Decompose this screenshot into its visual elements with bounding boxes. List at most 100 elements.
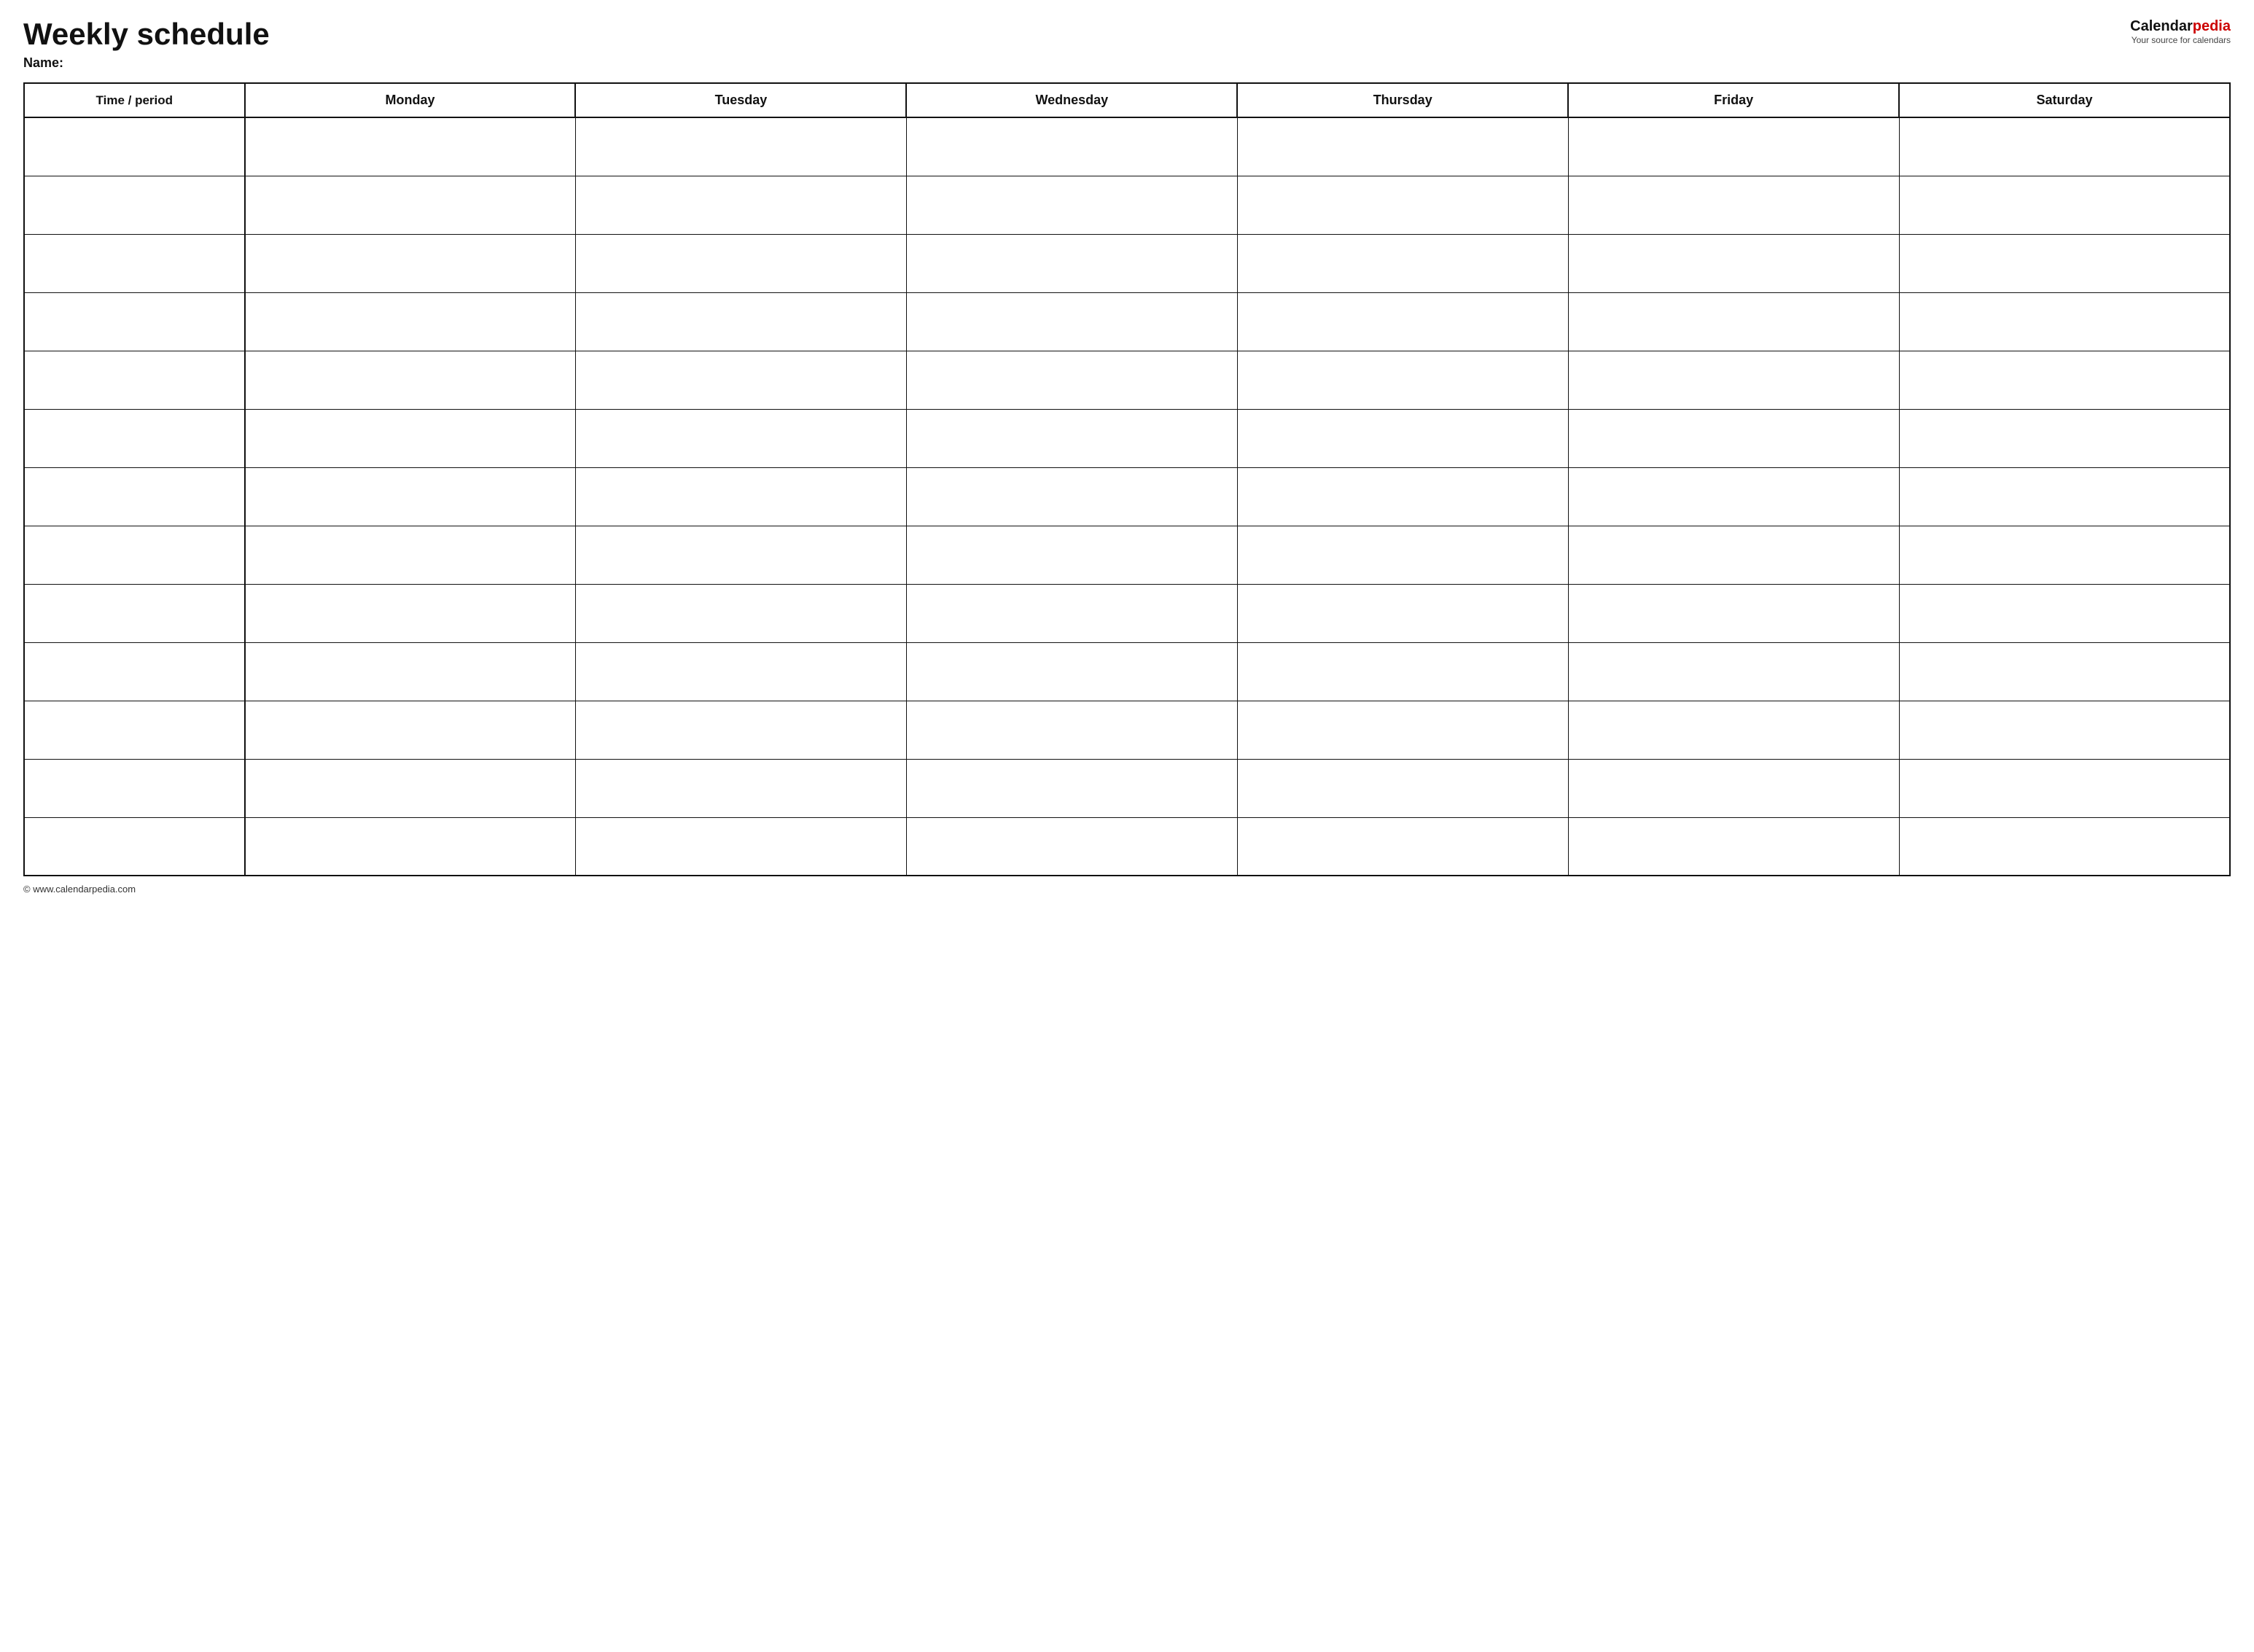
- day-cell: [1899, 117, 2230, 176]
- day-cell: [245, 117, 576, 176]
- day-cell: [245, 642, 576, 701]
- day-cell: [1568, 117, 1899, 176]
- day-cell: [245, 292, 576, 351]
- time-cell: [24, 467, 245, 526]
- day-cell: [1899, 526, 2230, 584]
- day-cell: [1568, 526, 1899, 584]
- day-cell: [1568, 351, 1899, 409]
- day-cell: [575, 584, 906, 642]
- time-cell: [24, 292, 245, 351]
- table-row: [24, 584, 2230, 642]
- table-row: [24, 642, 2230, 701]
- time-cell: [24, 351, 245, 409]
- table-row: [24, 292, 2230, 351]
- day-cell: [245, 526, 576, 584]
- day-cell: [906, 234, 1237, 292]
- time-cell: [24, 409, 245, 467]
- title-block: Weekly schedule Name:: [23, 17, 270, 71]
- day-cell: [1899, 701, 2230, 759]
- day-cell: [575, 292, 906, 351]
- col-header-tuesday: Tuesday: [575, 83, 906, 117]
- day-cell: [575, 759, 906, 817]
- day-cell: [245, 701, 576, 759]
- day-cell: [1568, 292, 1899, 351]
- day-cell: [906, 176, 1237, 234]
- day-cell: [906, 117, 1237, 176]
- day-cell: [245, 176, 576, 234]
- day-cell: [906, 817, 1237, 876]
- day-cell: [906, 467, 1237, 526]
- time-cell: [24, 817, 245, 876]
- day-cell: [1568, 234, 1899, 292]
- day-cell: [575, 234, 906, 292]
- day-cell: [1237, 467, 1568, 526]
- footer-text: © www.calendarpedia.com: [23, 884, 136, 895]
- page-header: Weekly schedule Name: Calendarpedia Your…: [23, 17, 2231, 71]
- col-header-wednesday: Wednesday: [906, 83, 1237, 117]
- day-cell: [1899, 759, 2230, 817]
- day-cell: [575, 817, 906, 876]
- time-cell: [24, 117, 245, 176]
- header-row: Time / period Monday Tuesday Wednesday T…: [24, 83, 2230, 117]
- day-cell: [1568, 409, 1899, 467]
- day-cell: [1568, 759, 1899, 817]
- table-row: [24, 351, 2230, 409]
- day-cell: [1899, 292, 2230, 351]
- col-header-friday: Friday: [1568, 83, 1899, 117]
- day-cell: [575, 701, 906, 759]
- day-cell: [1568, 701, 1899, 759]
- table-row: [24, 117, 2230, 176]
- logo-part1: Calendar: [2130, 18, 2193, 34]
- day-cell: [1899, 176, 2230, 234]
- table-row: [24, 759, 2230, 817]
- day-cell: [1568, 176, 1899, 234]
- time-cell: [24, 234, 245, 292]
- day-cell: [1237, 817, 1568, 876]
- day-cell: [906, 526, 1237, 584]
- logo-tagline: Your source for calendars: [2130, 35, 2231, 45]
- day-cell: [575, 409, 906, 467]
- day-cell: [906, 351, 1237, 409]
- day-cell: [245, 817, 576, 876]
- day-cell: [1899, 351, 2230, 409]
- table-row: [24, 176, 2230, 234]
- day-cell: [1237, 584, 1568, 642]
- table-row: [24, 526, 2230, 584]
- day-cell: [1237, 409, 1568, 467]
- day-cell: [1899, 584, 2230, 642]
- day-cell: [245, 759, 576, 817]
- col-header-saturday: Saturday: [1899, 83, 2230, 117]
- day-cell: [1899, 234, 2230, 292]
- day-cell: [1568, 467, 1899, 526]
- day-cell: [575, 351, 906, 409]
- time-cell: [24, 176, 245, 234]
- time-cell: [24, 584, 245, 642]
- page-title: Weekly schedule: [23, 17, 270, 51]
- day-cell: [575, 642, 906, 701]
- day-cell: [245, 409, 576, 467]
- time-cell: [24, 701, 245, 759]
- table-row: [24, 701, 2230, 759]
- logo-text: Calendarpedia: [2130, 17, 2231, 35]
- day-cell: [575, 526, 906, 584]
- page-footer: © www.calendarpedia.com: [23, 884, 2231, 895]
- day-cell: [1237, 759, 1568, 817]
- day-cell: [575, 117, 906, 176]
- day-cell: [1237, 642, 1568, 701]
- day-cell: [575, 176, 906, 234]
- day-cell: [1568, 642, 1899, 701]
- day-cell: [1568, 584, 1899, 642]
- table-row: [24, 409, 2230, 467]
- day-cell: [906, 759, 1237, 817]
- day-cell: [1237, 117, 1568, 176]
- time-cell: [24, 759, 245, 817]
- col-header-monday: Monday: [245, 83, 576, 117]
- day-cell: [1237, 176, 1568, 234]
- day-cell: [906, 584, 1237, 642]
- table-row: [24, 467, 2230, 526]
- day-cell: [245, 584, 576, 642]
- day-cell: [906, 409, 1237, 467]
- table-header: Time / period Monday Tuesday Wednesday T…: [24, 83, 2230, 117]
- day-cell: [1899, 642, 2230, 701]
- logo-part2: pedia: [2193, 18, 2231, 34]
